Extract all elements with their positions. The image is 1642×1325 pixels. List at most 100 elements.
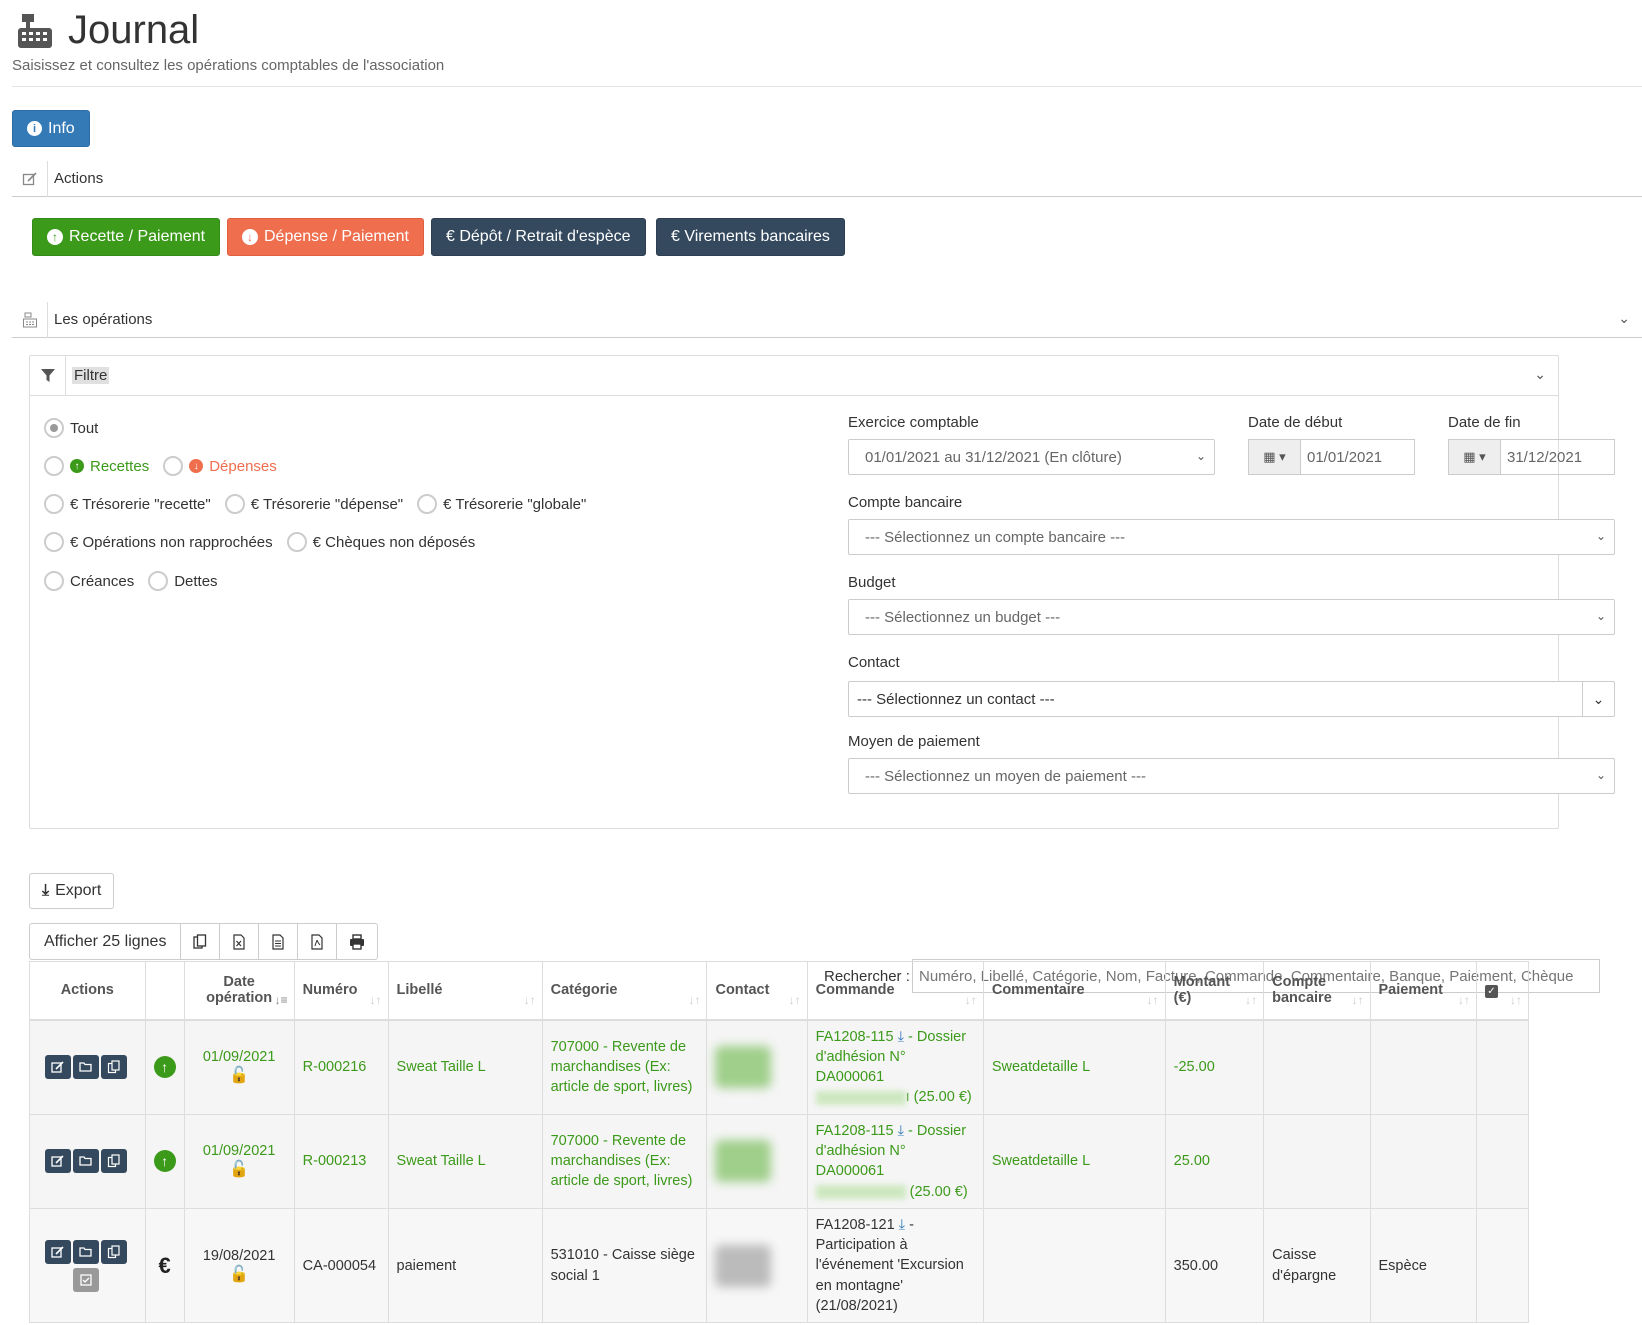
radio-circle[interactable] [163,456,184,476]
numero-cell[interactable]: R-000213 [293,1113,389,1209]
contact-select[interactable]: --- Sélectionnez un contact --- ⌄ [848,681,1615,717]
download-icon[interactable]: ⤓ [898,1123,904,1139]
duplicate-button[interactable] [101,1149,128,1174]
budget-select[interactable]: --- Sélectionnez un budget --- ⌄ [848,599,1615,635]
edit-button[interactable] [45,1149,72,1174]
download-icon[interactable]: ⤓ [899,1217,905,1233]
redacted-block [815,1090,906,1105]
copy-icon [108,1154,120,1168]
radio-circle[interactable] [417,494,438,514]
radio-circle[interactable] [148,571,169,591]
radio-circle[interactable] [286,532,307,552]
radio-label: € Trésorerie "recette" [70,495,211,513]
radio-circle[interactable] [44,571,64,591]
radio-dettes[interactable]: Dettes [148,571,218,591]
col-compte[interactable]: Compte bancaire ↓↑ [1263,961,1371,1021]
col-commande[interactable]: Commande ↓↑ [806,961,984,1021]
radio-depenses[interactable]: ↓ Dépenses [163,456,277,476]
copy-icon[interactable] [181,924,221,959]
radio-creances[interactable]: Créances [44,571,134,591]
col-numero[interactable]: Numéro ↓↑ [293,961,389,1021]
radio-row-5: Créances Dettes [44,571,218,591]
info-label: Info [48,119,75,137]
open-folder-button[interactable] [73,1239,100,1264]
commande-link[interactable]: FA1208-121 [816,1217,895,1233]
chevron-down-icon[interactable]: ⌄ [1582,682,1614,716]
depot-retrait-button[interactable]: € Dépôt / Retrait d'espèce [431,218,646,256]
print-icon[interactable] [337,924,377,959]
compte-select[interactable]: --- Sélectionnez un compte bancaire --- … [848,519,1615,555]
moyen-select[interactable]: --- Sélectionnez un moyen de paiement --… [848,758,1615,794]
date-fin-field[interactable]: ▦ ▾ 31/12/2021 [1448,439,1615,475]
radio-circle[interactable] [224,494,245,514]
recette-paiement-button[interactable]: ↑ Recette / Paiement [32,218,221,256]
unlock-icon: 🔓 [229,1161,250,1179]
radio-treso-globale[interactable]: € Trésorerie "globale" [417,494,586,514]
duplicate-button[interactable] [101,1055,128,1080]
filter-title: Filtre [72,367,110,384]
montant-cell: -25.00 [1164,1019,1265,1115]
filter-header[interactable]: Filtre ⌄ [30,355,1558,396]
col-contact[interactable]: Contact ↓↑ [706,961,808,1021]
redacted-block [815,1184,906,1199]
reconcile-button[interactable] [73,1267,100,1292]
info-button[interactable]: i Info [12,110,90,147]
radio-non-rapprochees[interactable]: € Opérations non rapprochées [44,532,273,552]
export-label: Export [55,882,102,899]
numero-cell[interactable]: CA-000054 [293,1207,389,1324]
page-title: Journal [68,8,200,52]
col-montant[interactable]: Montant (€) ↓↑ [1164,961,1265,1021]
open-folder-button[interactable] [73,1149,100,1174]
depense-paiement-button[interactable]: ↓ Dépense / Paiement [227,218,424,256]
libelle-cell: paiement [387,1207,543,1324]
col-categorie[interactable]: Catégorie ↓↑ [541,961,708,1021]
pdf-icon[interactable] [298,924,338,959]
calendar-icon[interactable]: ▦ ▾ [1249,440,1301,474]
radio-recettes[interactable]: ↑ Recettes [44,456,149,476]
radio-cheques[interactable]: € Chèques non déposés [286,532,475,552]
exercice-select[interactable]: 01/01/2021 au 31/12/2021 (En clôture) ⌄ [848,439,1215,475]
excel-icon[interactable] [220,924,260,959]
col-check[interactable]: ✓ ↓↑ [1475,961,1530,1021]
radio-tout[interactable]: Tout [44,418,98,438]
check-cell [1475,1019,1530,1115]
csv-icon[interactable] [259,924,299,959]
col-libelle[interactable]: Libellé ↓↑ [387,961,543,1021]
radio-circle[interactable] [44,532,64,552]
budget-placeholder: --- Sélectionnez un budget --- [865,608,1061,626]
montant-cell: 350.00 [1164,1207,1265,1324]
commande-link[interactable]: FA1208-115 [816,1029,894,1045]
edit-icon [51,1061,64,1073]
page-length-button[interactable]: Afficher 25 lignes [30,924,182,959]
date-debut-field[interactable]: ▦ ▾ 01/01/2021 [1248,439,1415,475]
numero-cell[interactable]: R-000216 [293,1019,389,1115]
operations-section-header[interactable]: Les opérations ⌄ [12,301,1642,338]
chevron-down-icon[interactable]: ⌄ [1534,366,1546,383]
col-actions: Actions [29,961,146,1021]
edit-button[interactable] [45,1239,72,1264]
radio-treso-recette[interactable]: € Trésorerie "recette" [44,494,211,514]
col-date[interactable]: Date opération ↓≡ [183,961,295,1021]
radio-circle[interactable] [44,494,64,514]
commande-link[interactable]: FA1208-115 [816,1123,894,1139]
radio-circle[interactable] [44,418,64,438]
operations-header-label: Les opérations [54,311,153,328]
edit-button[interactable] [45,1055,72,1080]
export-button[interactable]: ⤓ Export [29,873,115,909]
chevron-down-icon[interactable]: ⌄ [1618,310,1630,327]
sort-icon: ↓↑ [1457,992,1470,1007]
col-paiement[interactable]: Paiement ↓↑ [1369,961,1477,1021]
date-cell: 01/09/2021 🔓 [183,1113,295,1209]
open-folder-button[interactable] [73,1055,100,1080]
compte-placeholder: --- Sélectionnez un compte bancaire --- [865,528,1126,546]
download-icon[interactable]: ⤓ [898,1029,904,1045]
sort-icon: ↓↑ [369,992,382,1007]
col-commentaire[interactable]: Commentaire ↓↑ [982,961,1166,1021]
cash-register-icon [18,13,52,48]
duplicate-button[interactable] [101,1239,128,1264]
radio-treso-depense[interactable]: € Trésorerie "dépense" [224,494,403,514]
calendar-icon[interactable]: ▦ ▾ [1449,440,1501,474]
virements-button[interactable]: € Virements bancaires [656,218,845,256]
date-fin-label: Date de fin [1448,414,1521,431]
radio-circle[interactable] [44,456,64,476]
